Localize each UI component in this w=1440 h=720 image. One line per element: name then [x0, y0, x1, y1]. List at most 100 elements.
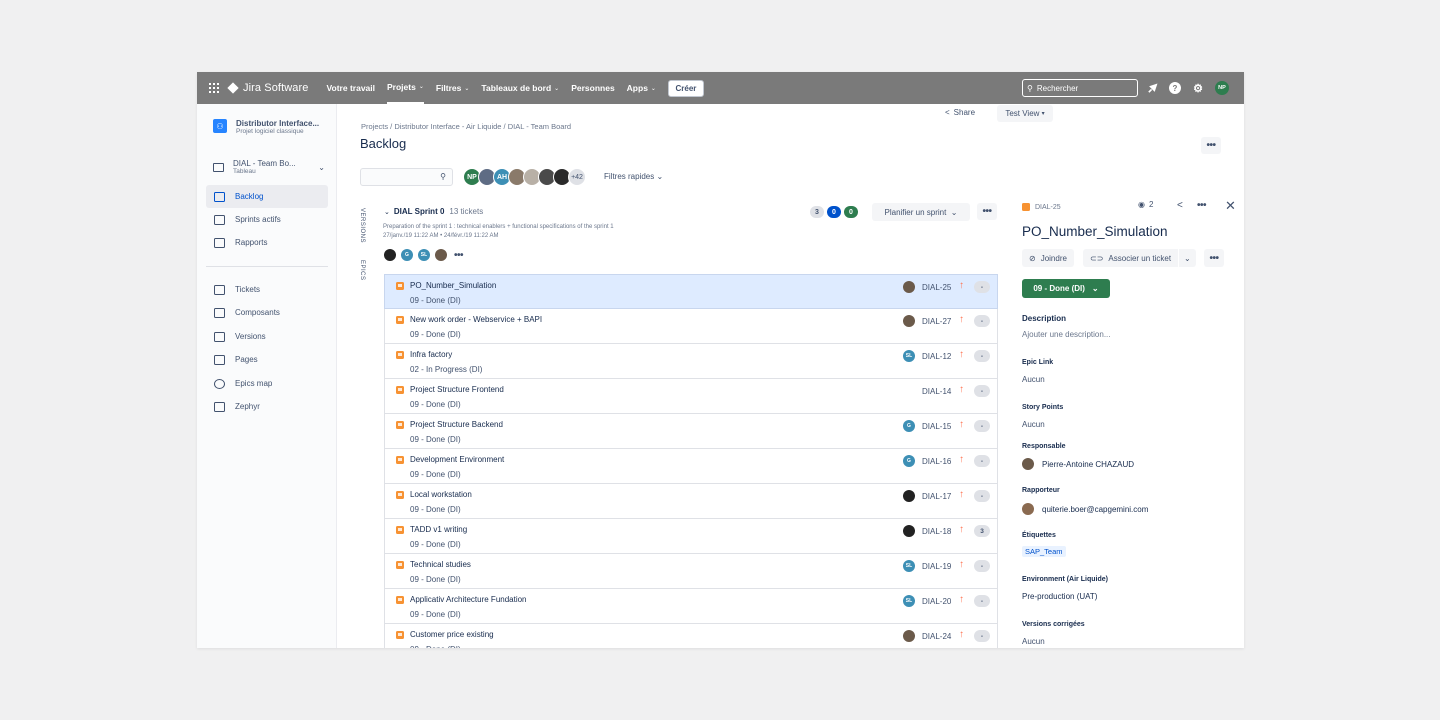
issue-summary[interactable]: Development Environment: [410, 455, 504, 464]
nav-projets[interactable]: Projets ⌄: [387, 72, 424, 104]
assignee-avatar[interactable]: SL: [903, 560, 915, 572]
avatar-photo[interactable]: [435, 249, 447, 261]
share-button[interactable]: < Share: [945, 108, 975, 117]
jira-logo[interactable]: Jira Software: [227, 82, 309, 94]
assignee-avatar[interactable]: [903, 490, 915, 502]
story-points-field[interactable]: Aucun: [1022, 420, 1045, 429]
sidebar-item-zephyr[interactable]: Zephyr: [206, 395, 328, 418]
issue-row[interactable]: Infra factory 02 - In Progress (DI) SL DIAL…: [384, 344, 998, 379]
issue-key[interactable]: DIAL-19: [922, 562, 951, 571]
assignee-avatar[interactable]: [903, 315, 915, 327]
issue-key[interactable]: DIAL-25: [922, 283, 951, 292]
issue-row[interactable]: Technical studies 09 - Done (DI) SL DIAL-19…: [384, 554, 998, 589]
nav-tableaux-de-bord[interactable]: Tableaux de bord ⌄: [481, 83, 559, 93]
issue-summary[interactable]: Project Structure Backend: [410, 420, 503, 429]
issue-summary[interactable]: Technical studies: [410, 560, 471, 569]
issue-key[interactable]: DIAL-16: [922, 457, 951, 466]
assignee-avatar[interactable]: [903, 630, 915, 642]
reporter-field[interactable]: quiterie.boer@capgemini.com: [1022, 503, 1148, 515]
settings-gear-icon[interactable]: ⚙: [1191, 81, 1205, 95]
issue-row[interactable]: Development Environment 09 - Done (DI) G DI…: [384, 449, 998, 484]
description-field[interactable]: Ajouter une description...: [1022, 330, 1111, 339]
environment-field[interactable]: Pre-production (UAT): [1022, 592, 1097, 601]
avatar[interactable]: SL: [418, 249, 430, 261]
assignee-avatar[interactable]: SL: [903, 350, 915, 362]
issue-key[interactable]: DIAL-27: [922, 317, 951, 326]
avatar-more[interactable]: +42: [568, 168, 586, 186]
sidebar-item-versions[interactable]: Versions: [206, 325, 328, 348]
detail-issue-key[interactable]: DIAL-25: [1022, 203, 1061, 211]
assignee-field[interactable]: Pierre-Antoine CHAZAUD: [1022, 458, 1134, 470]
nav-votre-travail[interactable]: Votre travail: [327, 83, 376, 93]
assignee-avatar[interactable]: SL: [903, 595, 915, 607]
sidebar-item-rapports[interactable]: Rapports: [206, 231, 328, 254]
issue-row[interactable]: Project Structure Backend 09 - Done (DI) G…: [384, 414, 998, 449]
attach-button[interactable]: ⊘ Joindre: [1022, 249, 1074, 267]
issue-key[interactable]: DIAL-20: [922, 597, 951, 606]
plan-sprint-button[interactable]: Planifier un sprint ⌄: [872, 203, 970, 221]
avatar-photo[interactable]: [384, 249, 396, 261]
issue-summary[interactable]: Infra factory: [410, 350, 452, 359]
sidebar-item-sprints-actifs[interactable]: Sprints actifs: [206, 208, 328, 231]
issue-key[interactable]: DIAL-17: [922, 492, 951, 501]
issue-row[interactable]: Project Structure Frontend 09 - Done (DI)…: [384, 379, 998, 414]
status-dropdown[interactable]: 09 - Done (DI) ⌄: [1022, 279, 1110, 298]
help-icon[interactable]: ?: [1169, 82, 1181, 94]
issue-summary[interactable]: New work order - Webservice + BAPI: [410, 315, 542, 324]
close-icon[interactable]: ✕: [1225, 198, 1236, 214]
detail-more-icon[interactable]: •••: [1197, 200, 1207, 211]
sidebar-item-tickets[interactable]: Tickets: [206, 278, 328, 301]
issue-row[interactable]: TADD v1 writing 09 - Done (DI) DIAL-18 ↑ 3: [384, 519, 998, 554]
issue-row[interactable]: PO_Number_Simulation 09 - Done (DI) DIAL-2…: [384, 274, 998, 309]
quick-filters-dropdown[interactable]: Filtres rapides ⌄: [604, 172, 663, 181]
issue-summary[interactable]: TADD v1 writing: [410, 525, 467, 534]
more-icon[interactable]: •••: [454, 250, 464, 261]
issue-summary[interactable]: Customer price existing: [410, 630, 494, 639]
search-input[interactable]: ⚲ Rechercher: [1022, 79, 1138, 97]
user-avatar[interactable]: NP: [1215, 81, 1229, 95]
project-header[interactable]: ⚇ Distributor Interface... Projet logici…: [213, 119, 319, 135]
issue-key[interactable]: DIAL-15: [922, 422, 951, 431]
label-tag[interactable]: SAP_Team: [1022, 546, 1066, 557]
issue-summary[interactable]: Local workstation: [410, 490, 472, 499]
app-switcher-icon[interactable]: [209, 83, 219, 93]
nav-filtres[interactable]: Filtres ⌄: [436, 83, 470, 93]
issue-key[interactable]: DIAL-14: [922, 387, 951, 396]
epic-link-field[interactable]: Aucun: [1022, 375, 1045, 384]
issue-key[interactable]: DIAL-12: [922, 352, 951, 361]
sprint-more-button[interactable]: •••: [977, 203, 997, 220]
board-switcher[interactable]: DIAL - Team Bo... Tableau ⌄: [213, 159, 325, 175]
create-button[interactable]: Créer: [667, 79, 704, 97]
link-issue-dropdown[interactable]: ⌄: [1179, 249, 1196, 267]
assignee-avatar[interactable]: [903, 525, 915, 537]
detail-title[interactable]: PO_Number_Simulation: [1022, 224, 1168, 239]
breadcrumb[interactable]: Projects / Distributor Interface - Air L…: [361, 122, 571, 131]
labels-field[interactable]: SAP_Team: [1022, 546, 1066, 557]
assignee-avatar[interactable]: G: [903, 420, 915, 432]
issue-row[interactable]: Customer price existing 09 - Done (DI) DIA…: [384, 624, 998, 648]
issue-summary[interactable]: Project Structure Frontend: [410, 385, 504, 394]
sidebar-item-backlog[interactable]: Backlog: [206, 185, 328, 208]
sidebar-item-pages[interactable]: Pages: [206, 348, 328, 371]
avatar[interactable]: G: [401, 249, 413, 261]
sidebar-item-epics-map[interactable]: Epics map: [206, 372, 328, 395]
issue-row[interactable]: Applicativ Architecture Fundation 09 - Do…: [384, 589, 998, 624]
fix-versions-field[interactable]: Aucun: [1022, 637, 1045, 646]
assignee-avatar[interactable]: G: [903, 455, 915, 467]
issue-key[interactable]: DIAL-24: [922, 632, 951, 641]
sidebar-item-composants[interactable]: Composants: [206, 301, 328, 324]
nav-personnes[interactable]: Personnes: [571, 83, 614, 93]
backlog-search-input[interactable]: ⚲: [360, 168, 453, 186]
share-icon[interactable]: <: [1177, 200, 1183, 211]
issue-key[interactable]: DIAL-18: [922, 527, 951, 536]
issue-row[interactable]: Local workstation 09 - Done (DI) DIAL-17 ↑ -: [384, 484, 998, 519]
assignee-avatar[interactable]: [903, 281, 915, 293]
epics-tab[interactable]: EPICS: [359, 260, 365, 281]
detail-actions-more-button[interactable]: •••: [1204, 249, 1224, 267]
sprint-header[interactable]: ⌄ DIAL Sprint 0 13 tickets: [384, 207, 483, 216]
versions-tab[interactable]: VERSIONS: [359, 208, 365, 243]
issue-row[interactable]: New work order - Webservice + BAPI 09 - D…: [384, 309, 998, 344]
watch-button[interactable]: ◉ 2: [1138, 200, 1153, 209]
link-issue-button[interactable]: ⊂⊃ Associer un ticket: [1083, 249, 1179, 267]
issue-summary[interactable]: PO_Number_Simulation: [410, 281, 496, 290]
